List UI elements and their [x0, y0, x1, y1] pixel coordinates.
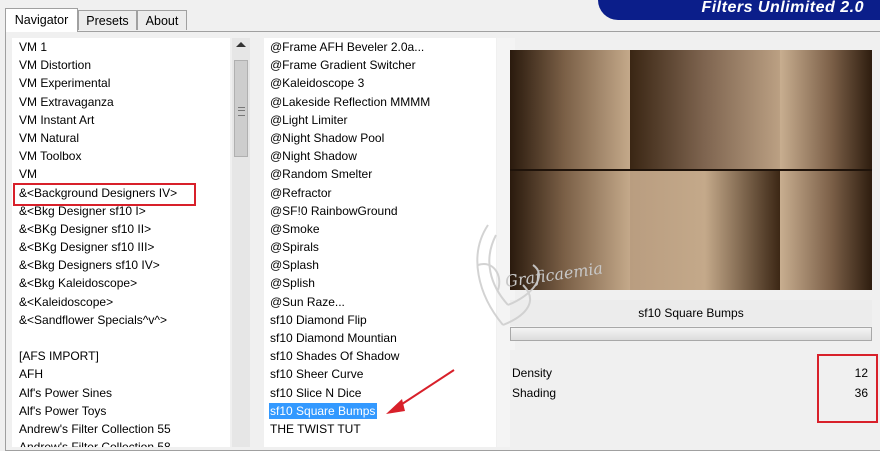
category-item[interactable]: Alf's Power Sines — [12, 384, 230, 402]
category-item[interactable]: &<Sandflower Specials^v^> — [12, 311, 230, 329]
filter-item[interactable]: @Lakeside Reflection MMMM — [264, 93, 496, 111]
category-item[interactable]: VM 1 — [12, 38, 230, 56]
param-label: Shading — [512, 386, 557, 400]
category-item[interactable]: &<BKg Designer sf10 II> — [12, 220, 230, 238]
annotation-highlight-box — [13, 183, 196, 206]
category-item[interactable]: VM Extravaganza — [12, 93, 230, 111]
preview-tile — [780, 50, 872, 170]
category-item[interactable]: AFH — [12, 365, 230, 383]
scroll-up-icon[interactable] — [236, 42, 246, 47]
filter-item[interactable]: @Refractor — [264, 184, 496, 202]
preview-tile — [630, 170, 780, 290]
watermark-text: Graficaemia — [504, 258, 604, 291]
category-item[interactable]: VM Toolbox — [12, 147, 230, 165]
tab-presets[interactable]: Presets — [78, 10, 137, 30]
filter-item[interactable]: @Random Smelter — [264, 165, 496, 183]
category-item[interactable]: &<BKg Designer sf10 III> — [12, 238, 230, 256]
preview-tile — [510, 50, 630, 170]
filter-item[interactable]: @Night Shadow — [264, 147, 496, 165]
tab-about[interactable]: About — [137, 10, 187, 30]
category-item[interactable]: VM Natural — [12, 129, 230, 147]
filter-item[interactable]: sf10 Shades Of Shadow — [264, 347, 496, 365]
category-list[interactable]: VM 1 VM Distortion VM Experimental VM Ex… — [12, 38, 230, 447]
preview-tile — [630, 50, 780, 170]
annotation-arrow-icon — [386, 369, 455, 414]
category-item[interactable]: VM Instant Art — [12, 111, 230, 129]
selected-filter-label: sf10 Square Bumps — [269, 402, 378, 419]
category-item[interactable]: Andrew's Filter Collection 58 — [12, 438, 230, 447]
filter-item[interactable]: @Frame Gradient Switcher — [264, 56, 496, 74]
app-header-banner: Filters Unlimited 2.0 — [598, 0, 880, 20]
category-scrollbar[interactable] — [232, 38, 250, 447]
filter-item[interactable]: @Light Limiter — [264, 111, 496, 129]
watermark-logo: Graficaemia — [476, 224, 604, 326]
category-item[interactable]: VM Experimental — [12, 74, 230, 92]
category-item[interactable]: VM Distortion — [12, 56, 230, 74]
tab-navigator[interactable]: Navigator — [5, 8, 78, 32]
grip-icon — [238, 107, 245, 116]
category-item[interactable]: &<Bkg Kaleidoscope> — [12, 274, 230, 292]
category-item[interactable]: Alf's Power Toys — [12, 402, 230, 420]
app-title: Filters Unlimited 2.0 — [701, 0, 864, 16]
list-gap — [12, 329, 230, 347]
filter-item[interactable]: @Night Shadow Pool — [264, 129, 496, 147]
category-item[interactable]: &<Bkg Designers sf10 IV> — [12, 256, 230, 274]
filter-item[interactable]: @Kaleidoscope 3 — [264, 74, 496, 92]
filter-item[interactable]: @Frame AFH Beveler 2.0a... — [264, 38, 496, 56]
scroll-thumb[interactable] — [234, 60, 248, 157]
category-item[interactable]: &<Kaleidoscope> — [12, 293, 230, 311]
category-item[interactable]: Andrew's Filter Collection 55 — [12, 420, 230, 438]
filter-item[interactable]: THE TWIST TUT — [264, 420, 496, 438]
annotation-values-box — [817, 354, 878, 423]
preview-tile — [780, 170, 872, 290]
category-item[interactable]: [AFS IMPORT] — [12, 347, 230, 365]
category-item[interactable]: VM — [12, 165, 230, 183]
param-label: Density — [512, 366, 553, 380]
